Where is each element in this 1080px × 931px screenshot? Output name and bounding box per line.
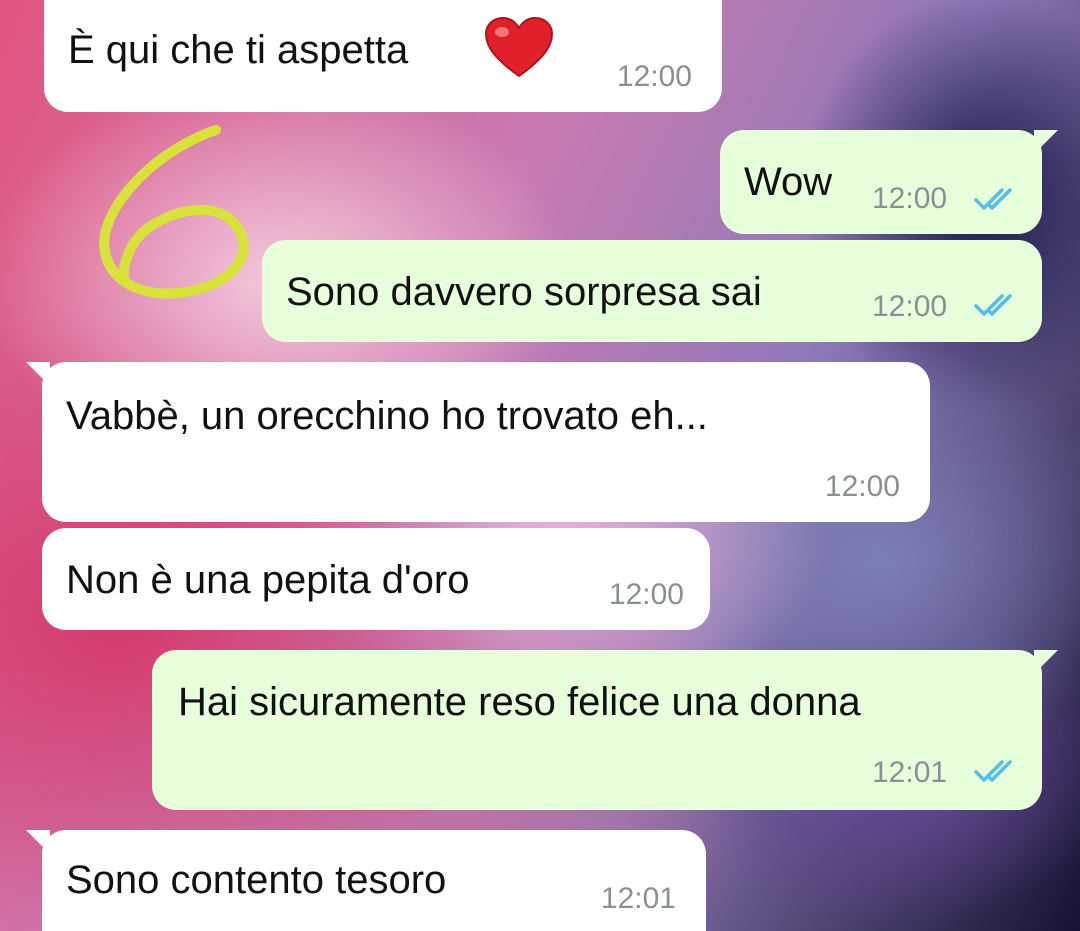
message-text: Wow <box>744 160 833 204</box>
message-bubble-incoming[interactable]: Vabbè, un orecchino ho trovato eh... 12:… <box>26 362 930 522</box>
message-timestamp: 12:00 <box>872 290 948 323</box>
message-timestamp: 12:00 <box>608 578 684 611</box>
handwritten-six-annotation <box>99 125 249 299</box>
double-check-icon <box>974 188 1012 210</box>
message-text: Hai sicuramente reso felice una donna <box>178 680 861 724</box>
message-bubble-outgoing[interactable]: Sono davvero sorpresa sai 12:00 <box>262 240 1042 342</box>
message-text: Non è una pepita d'oro <box>66 558 470 602</box>
message-timestamp: 12:00 <box>616 60 692 93</box>
message-timestamp: 12:01 <box>600 882 676 915</box>
message-text: Sono davvero sorpresa sai <box>286 270 762 314</box>
double-check-icon <box>974 294 1012 316</box>
message-bubble-incoming[interactable]: Sono contento tesoro 12:01 <box>26 830 706 931</box>
message-bubble-incoming[interactable]: Non è una pepita d'oro 12:00 <box>42 528 710 630</box>
message-text: È qui che ti aspetta <box>68 28 409 72</box>
double-check-icon <box>974 760 1012 782</box>
heart-emoji-icon <box>484 16 554 78</box>
message-text: Vabbè, un orecchino ho trovato eh... <box>66 394 708 438</box>
message-timestamp: 12:00 <box>872 182 948 215</box>
message-bubble-outgoing[interactable]: Wow 12:00 <box>720 130 1058 234</box>
message-timestamp: 12:00 <box>824 470 900 503</box>
message-bubble-outgoing[interactable]: Hai sicuramente reso felice una donna 12… <box>152 650 1058 810</box>
message-bubble-incoming[interactable]: È qui che ti aspetta 12:00 <box>44 0 722 112</box>
message-timestamp: 12:01 <box>872 756 948 789</box>
message-text: Sono contento tesoro <box>66 858 447 902</box>
